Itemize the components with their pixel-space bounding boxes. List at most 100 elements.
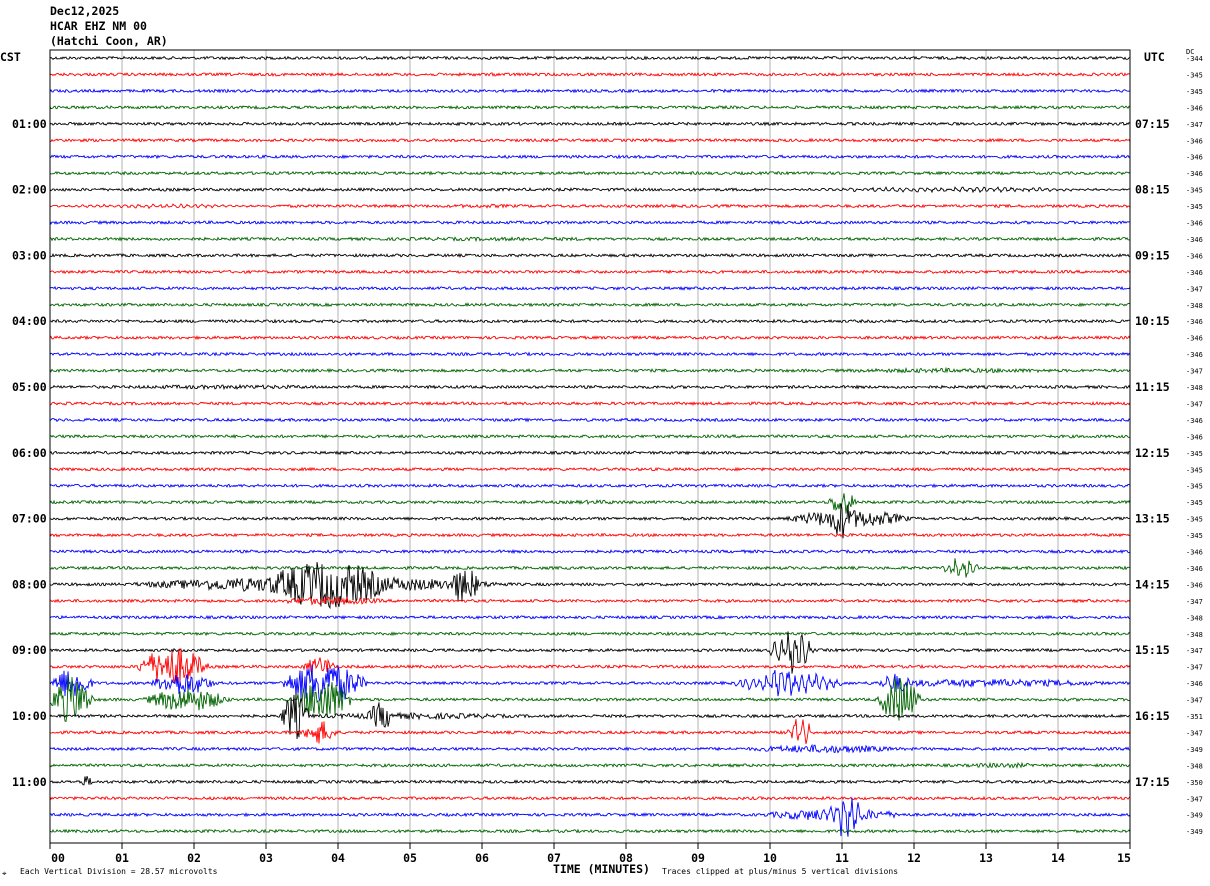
dc-offset-label: -348 <box>1186 631 1203 639</box>
utc-hour-label: 13:15 <box>1135 512 1170 526</box>
dc-offset-label: -345 <box>1186 532 1203 540</box>
dc-offset-label: -350 <box>1186 779 1203 787</box>
trace-line-17 <box>49 335 1131 341</box>
trace-line-29 <box>49 532 1131 538</box>
x-tick-label: 09 <box>691 851 705 865</box>
cst-hour-label: 07:00 <box>12 512 47 526</box>
dc-offset-label: -345 <box>1186 450 1203 458</box>
station-label: HCAR EHZ NM 00 <box>50 19 147 33</box>
dc-offset-label: -345 <box>1186 483 1203 491</box>
dc-offset-label: -347 <box>1186 664 1203 672</box>
dc-offset-label: -348 <box>1186 302 1203 310</box>
dc-offset-label: -349 <box>1186 746 1203 754</box>
plot-frame <box>49 49 1131 844</box>
trace-line-2 <box>49 88 1131 94</box>
dc-offset-label: -346 <box>1186 220 1203 228</box>
x-tick-label: 04 <box>331 851 345 865</box>
dc-offset-label: -346 <box>1186 417 1203 425</box>
trace-line-43 <box>49 761 1131 770</box>
dc-offset-labels: -344 -345 -345 -346 -347 -346 -346 -346 -345 -345… <box>1186 55 1203 836</box>
trace-line-8 <box>49 186 1131 194</box>
dc-offset-label: -347 <box>1186 368 1203 376</box>
trace-line-5 <box>49 137 1131 143</box>
trace-line-28 <box>49 503 1131 539</box>
cst-hour-label: 10:00 <box>12 709 47 723</box>
dc-offset-label: -345 <box>1186 499 1203 507</box>
x-tick-label: 12 <box>907 851 921 865</box>
trace-line-13 <box>49 269 1131 275</box>
trace-line-22 <box>49 417 1131 423</box>
trace-line-41 <box>49 719 1131 745</box>
dc-offset-label: -346 <box>1186 252 1203 260</box>
x-tick-label: 02 <box>187 851 201 865</box>
dc-offset-label: -346 <box>1186 137 1203 145</box>
trace-line-30 <box>49 548 1131 555</box>
trace-line-14 <box>49 285 1131 291</box>
utc-hour-label: 14:15 <box>1135 577 1170 591</box>
dc-header: DC <box>1186 48 1195 56</box>
trace-line-3 <box>49 104 1131 110</box>
cst-hour-label: 06:00 <box>12 446 47 460</box>
dc-offset-label: -346 <box>1186 433 1203 441</box>
trace-line-38 <box>49 664 1131 702</box>
clip-note: Traces clipped at plus/minus 5 vertical … <box>662 867 899 876</box>
dc-offset-label: -346 <box>1186 351 1203 359</box>
dc-offset-label: -345 <box>1186 71 1203 79</box>
dc-offset-label: -346 <box>1186 269 1203 277</box>
trace-line-7 <box>49 170 1131 176</box>
dc-offset-label: -346 <box>1186 680 1203 688</box>
trace-line-19 <box>49 366 1131 374</box>
cst-hour-labels: 01:00 02:00 03:00 04:00 05:00 06:00 07:00 08:00… <box>12 117 47 789</box>
x-tick-label: 15 <box>1117 851 1131 865</box>
cst-label: CST <box>0 50 21 64</box>
trace-line-37 <box>49 648 1131 684</box>
dc-offset-label: -346 <box>1186 318 1203 326</box>
trace-line-9 <box>49 203 1131 210</box>
cst-hour-label: 11:00 <box>12 775 47 789</box>
trace-line-23 <box>49 433 1131 439</box>
trace-line-21 <box>49 400 1131 407</box>
dc-offset-label: -345 <box>1186 466 1203 474</box>
dc-offset-label: -348 <box>1186 762 1203 770</box>
utc-label: UTC <box>1144 50 1165 64</box>
trace-line-35 <box>49 631 1131 637</box>
dc-offset-label: -346 <box>1186 565 1203 573</box>
dc-offset-label: -345 <box>1186 187 1203 195</box>
corner-mark: ⌖ <box>2 869 7 878</box>
scale-note: Each Vertical Division = 28.57 microvolt… <box>20 867 218 876</box>
dc-offset-label: -347 <box>1186 795 1203 803</box>
x-axis-label: TIME (MINUTES) <box>553 862 650 876</box>
grid-lines <box>121 50 1059 843</box>
cst-hour-label: 05:00 <box>12 380 47 394</box>
dc-offset-label: -346 <box>1186 581 1203 589</box>
dc-offset-label: -347 <box>1186 121 1203 129</box>
location-label: (Hatchi Coon, AR) <box>50 34 168 48</box>
date-label: Dec12,2025 <box>50 4 120 18</box>
dc-offset-label: -349 <box>1186 828 1203 836</box>
utc-hour-label: 17:15 <box>1135 775 1170 789</box>
dc-offset-label: -347 <box>1186 598 1203 606</box>
utc-hour-label: 16:15 <box>1135 709 1170 723</box>
trace-line-12 <box>49 252 1131 259</box>
trace-line-6 <box>49 154 1131 160</box>
x-tick-label: 13 <box>979 851 993 865</box>
trace-line-15 <box>49 302 1131 308</box>
trace-line-11 <box>49 236 1131 243</box>
trace-line-24 <box>49 450 1131 456</box>
trace-line-10 <box>49 219 1131 226</box>
cst-hour-label: 04:00 <box>12 314 47 328</box>
trace-line-45 <box>49 795 1131 801</box>
trace-line-20 <box>49 383 1131 391</box>
utc-hour-label: 15:15 <box>1135 643 1170 657</box>
trace-line-16 <box>49 318 1131 324</box>
x-tick-label: 11 <box>835 851 849 865</box>
cst-hour-label: 09:00 <box>12 643 47 657</box>
utc-hour-label: 10:15 <box>1135 314 1170 328</box>
x-tick-label: 14 <box>1051 851 1065 865</box>
dc-offset-label: -344 <box>1186 55 1203 63</box>
trace-line-33 <box>49 595 1131 606</box>
dc-offset-label: -348 <box>1186 384 1203 392</box>
dc-offset-label: -346 <box>1186 335 1203 343</box>
x-tick-label: 06 <box>475 851 489 865</box>
utc-hour-label: 08:15 <box>1135 183 1170 197</box>
